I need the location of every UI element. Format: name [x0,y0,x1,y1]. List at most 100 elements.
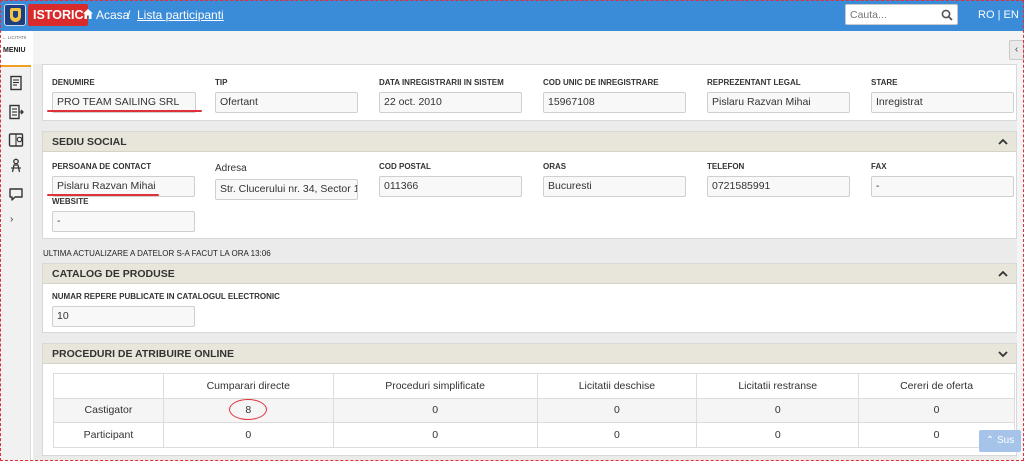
stare-value[interactable]: Inregistrat [871,92,1014,113]
table-header-cell: Proceduri simplificate [332,373,538,399]
proceduri-header[interactable]: PROCEDURI DE ATRIBUIRE ONLINE [43,344,1016,364]
list-export-icon[interactable] [8,104,24,120]
table-cell[interactable]: 0 [536,422,698,448]
annotation-underline [47,194,159,196]
chevron-up-icon[interactable] [997,268,1009,280]
table-header-row: Cumparari directe Proceduri simplificate… [53,373,1015,399]
shield-icon [10,8,21,22]
cod-postal-field: COD POSTAL 011366 [379,162,522,197]
table-cell[interactable]: 0 [332,422,538,448]
chevron-down-icon[interactable] [997,348,1009,360]
lang-en-link[interactable]: EN [1003,9,1018,21]
table-cell[interactable]: 0 [536,397,698,423]
row-label: Castigator [53,397,164,423]
adresa-label: Adresa [215,163,247,174]
logo[interactable] [4,4,26,26]
sediu-social-header[interactable]: SEDIU SOCIAL [43,132,1016,152]
repere-field: NUMAR REPERE PUBLICATE IN CATALOGUL ELEC… [52,292,280,327]
catalog-header[interactable]: CATALOG DE PRODUSE [43,264,1016,284]
row-label: Participant [53,422,164,448]
scroll-to-top-label: Sus [996,435,1015,446]
fax-value[interactable]: - [871,176,1014,197]
left-sidebar: ← LICITATII MENIU › [0,31,31,461]
reprezentant-field: REPREZENTANT LEGAL Pislaru Razvan Mihai [707,78,850,113]
sidebar-back-link[interactable]: ← LICITATII [2,35,26,40]
chevron-up-icon[interactable] [997,136,1009,148]
breadcrumb-home[interactable]: Acasa [96,8,129,22]
lang-separator: | [997,9,1001,21]
adresa-value[interactable]: Str. Clucerului nr. 34, Sector 1 [215,179,358,200]
tip-label: TIP [215,78,228,87]
chat-bubble-icon[interactable] [8,186,24,202]
sidebar-expand-arrow[interactable]: › [10,214,13,225]
table-row: Participant 0 0 0 0 0 [53,422,1015,448]
table-cell[interactable]: 0 [696,422,860,448]
stare-field: STARE Inregistrat [871,78,1014,113]
reprezentant-label: REPREZENTANT LEGAL [707,78,801,87]
chevron-up-icon: ⌃ [985,435,995,446]
brand-badge[interactable]: ISTORIC [28,4,89,26]
telefon-field: TELEFON 0721585991 [707,162,850,197]
cod-postal-label: COD POSTAL [379,162,431,171]
top-navigation-bar: ISTORIC Acasa / Lista participanti RO | … [0,0,1024,31]
persoana-contact-label: PERSOANA DE CONTACT [52,162,152,171]
tip-field: TIP Ofertant [215,78,358,113]
table-cell[interactable]: 0 [332,397,538,423]
table-header-cell: Licitatii deschise [536,373,698,399]
chart-book-icon[interactable] [8,132,24,148]
telefon-value[interactable]: 0721585991 [707,176,850,197]
annotation-underline [47,110,202,112]
lang-ro-link[interactable]: RO [978,9,995,21]
document-icon[interactable] [8,75,24,91]
data-inregistrare-value[interactable]: 22 oct. 2010 [379,92,522,113]
last-update-note: ULTIMA ACTUALIZARE A DATELOR S-A FACUT L… [43,249,271,258]
repere-label: NUMAR REPERE PUBLICATE IN CATALOGUL ELEC… [52,292,280,301]
table-cell[interactable]: 0 [858,397,1015,423]
tip-value[interactable]: Ofertant [215,92,358,113]
table-header-cell: Cereri de oferta [858,373,1015,399]
sediu-social-title: SEDIU SOCIAL [52,136,127,148]
person-tree-icon[interactable] [8,158,24,174]
home-icon[interactable] [82,8,94,20]
cui-field: COD UNIC DE INREGISTRARE 15967108 [543,78,686,113]
table-header-cell: Licitatii restranse [696,373,860,399]
annotation-circle [229,399,267,420]
proceduri-title: PROCEDURI DE ATRIBUIRE ONLINE [52,348,235,360]
stare-label: STARE [871,78,898,87]
oras-label: ORAS [543,162,567,171]
panel-collapse-button[interactable]: ‹ [1009,40,1024,60]
catalog-title: CATALOG DE PRODUSE [52,268,175,280]
proceduri-table: Cumparari directe Proceduri simplificate… [53,373,1015,448]
breadcrumb-separator: / [127,8,131,22]
scrollbar[interactable] [1017,64,1024,461]
website-label: WEBSITE [52,197,89,206]
table-header-cell [53,373,164,399]
table-header-cell: Cumparari directe [162,373,334,399]
repere-value[interactable]: 10 [52,306,195,327]
data-inregistrare-label: DATA INREGISTRARII IN SISTEM [379,78,504,87]
table-cell[interactable]: 0 [162,422,334,448]
breadcrumb-current[interactable]: Lista participanti [137,8,224,22]
fax-field: FAX - [871,162,1014,197]
sidebar-menu-header[interactable]: ← LICITATII MENIU [0,31,31,67]
table-cell[interactable]: 0 [696,397,860,423]
search-icon[interactable] [941,9,953,21]
website-value[interactable]: - [52,211,195,232]
sidebar-menu-label: MENIU [3,47,26,54]
telefon-label: TELEFON [707,162,745,171]
fax-label: FAX [871,162,887,171]
denumire-field: DENUMIRE PRO TEAM SAILING SRL [52,78,196,113]
scroll-to-top-button[interactable]: ⌃ Sus [979,430,1021,452]
search-input[interactable] [850,7,938,22]
reprezentant-value[interactable]: Pislaru Razvan Mihai [707,92,850,113]
oras-field: ORAS Bucuresti [543,162,686,197]
persoana-contact-field: PERSOANA DE CONTACT Pislaru Razvan Mihai [52,162,195,197]
oras-value[interactable]: Bucuresti [543,176,686,197]
table-row: Castigator 8 0 0 0 0 [53,397,1015,423]
data-inregistrare-field: DATA INREGISTRARII IN SISTEM 22 oct. 201… [379,78,522,113]
cui-value[interactable]: 15967108 [543,92,686,113]
language-switcher: RO | EN [978,8,1019,22]
cui-label: COD UNIC DE INREGISTRARE [543,78,659,87]
adresa-field: Adresa Str. Clucerului nr. 34, Sector 1 [215,163,358,200]
cod-postal-value[interactable]: 011366 [379,176,522,197]
